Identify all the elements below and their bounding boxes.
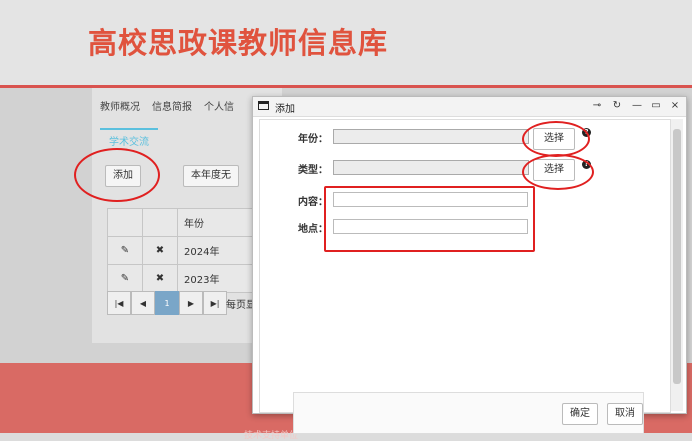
column-header-year: 年份 xyxy=(177,208,257,237)
type-field[interactable] xyxy=(333,160,529,175)
table-row: ✎ ✖ 2024年 xyxy=(107,236,257,265)
edit-icon[interactable]: ✎ xyxy=(107,264,143,293)
highlight-inputs xyxy=(324,186,535,252)
page-1-button[interactable]: 1 xyxy=(155,291,179,315)
nav-item-overview[interactable]: 教师概况 xyxy=(100,98,140,113)
refresh-icon[interactable]: ↻ xyxy=(610,99,624,113)
dialog-footer: 确定 取消 xyxy=(293,392,644,434)
table-row: ✎ ✖ 2023年 xyxy=(107,264,257,293)
last-page-button[interactable]: ▶| xyxy=(203,291,227,315)
add-dialog: 添加 ⊸ ↻ — ▭ × 年份： 选择 ? 类型： 选择 ? 内容： 地点： 确… xyxy=(252,96,687,434)
top-nav: 教师概况 信息简报 个人信 xyxy=(100,95,234,115)
year-cell: 2023年 xyxy=(177,264,257,293)
dialog-titlebar[interactable]: 添加 ⊸ ↻ — ▭ × xyxy=(253,97,686,117)
dialog-title: 添加 xyxy=(275,104,295,115)
delete-icon[interactable]: ✖ xyxy=(142,264,178,293)
dialog-content: 年份： 选择 ? 类型： 选择 ? 内容： 地点： 确定 取消 xyxy=(259,119,671,434)
cancel-button[interactable]: 取消 xyxy=(607,403,643,425)
confirm-button[interactable]: 确定 xyxy=(562,403,598,425)
highlight-select-type xyxy=(522,154,594,190)
dialog-scrollbar[interactable] xyxy=(671,119,683,411)
highlight-select-year xyxy=(522,121,590,157)
year-field[interactable] xyxy=(333,129,529,144)
site-title: 高校思政课教师信息库 xyxy=(88,26,389,60)
next-page-button[interactable]: ▶ xyxy=(179,291,203,315)
this-year-none-button[interactable]: 本年度无 xyxy=(183,165,239,187)
pin-icon[interactable]: ⊸ xyxy=(590,99,604,113)
records-table: 年份 ✎ ✖ 2024年 ✎ ✖ 2023年 xyxy=(107,208,257,293)
type-label: 类型： xyxy=(298,165,328,176)
highlight-add-button xyxy=(74,148,160,202)
first-page-button[interactable]: |◀ xyxy=(107,291,131,315)
table-header-row: 年份 xyxy=(107,208,257,237)
pagination: |◀ ◀ 1 ▶ ▶| xyxy=(107,291,227,315)
delete-icon[interactable]: ✖ xyxy=(142,236,178,265)
year-cell: 2024年 xyxy=(177,236,257,265)
scrollbar-thumb[interactable] xyxy=(673,129,681,384)
nav-item-brief[interactable]: 信息简报 xyxy=(152,98,192,113)
site-header: 高校思政课教师信息库 xyxy=(0,0,692,86)
minimize-icon[interactable]: — xyxy=(630,99,644,113)
footer-text: 技术支持单位 xyxy=(244,431,299,441)
edit-icon[interactable]: ✎ xyxy=(107,236,143,265)
window-icon xyxy=(258,101,269,110)
nav-item-personal[interactable]: 个人信 xyxy=(204,98,234,113)
year-label: 年份： xyxy=(298,134,328,145)
close-icon[interactable]: × xyxy=(668,99,682,113)
prev-page-button[interactable]: ◀ xyxy=(131,291,155,315)
maximize-icon[interactable]: ▭ xyxy=(649,99,663,113)
